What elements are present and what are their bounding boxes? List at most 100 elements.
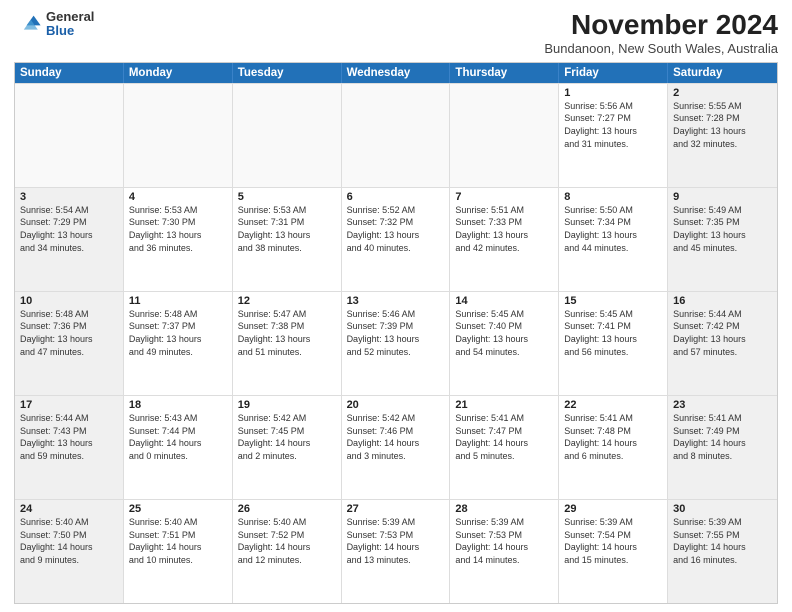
day-info: Sunrise: 5:41 AM Sunset: 7:49 PM Dayligh… [673, 412, 772, 462]
day-info: Sunrise: 5:42 AM Sunset: 7:46 PM Dayligh… [347, 412, 445, 462]
day-info: Sunrise: 5:53 AM Sunset: 7:30 PM Dayligh… [129, 204, 227, 254]
day-info: Sunrise: 5:50 AM Sunset: 7:34 PM Dayligh… [564, 204, 662, 254]
cal-cell-26: 26Sunrise: 5:40 AM Sunset: 7:52 PM Dayli… [233, 500, 342, 603]
cal-cell-29: 29Sunrise: 5:39 AM Sunset: 7:54 PM Dayli… [559, 500, 668, 603]
cal-cell-11: 11Sunrise: 5:48 AM Sunset: 7:37 PM Dayli… [124, 292, 233, 395]
day-info: Sunrise: 5:39 AM Sunset: 7:53 PM Dayligh… [347, 516, 445, 566]
cal-cell-21: 21Sunrise: 5:41 AM Sunset: 7:47 PM Dayli… [450, 396, 559, 499]
cal-cell-12: 12Sunrise: 5:47 AM Sunset: 7:38 PM Dayli… [233, 292, 342, 395]
day-number: 20 [347, 399, 445, 411]
day-info: Sunrise: 5:46 AM Sunset: 7:39 PM Dayligh… [347, 308, 445, 358]
calendar-row-2: 10Sunrise: 5:48 AM Sunset: 7:36 PM Dayli… [15, 291, 777, 395]
calendar: SundayMondayTuesdayWednesdayThursdayFrid… [14, 62, 778, 604]
day-info: Sunrise: 5:39 AM Sunset: 7:53 PM Dayligh… [455, 516, 553, 566]
calendar-row-3: 17Sunrise: 5:44 AM Sunset: 7:43 PM Dayli… [15, 395, 777, 499]
cal-cell-24: 24Sunrise: 5:40 AM Sunset: 7:50 PM Dayli… [15, 500, 124, 603]
day-number: 30 [673, 503, 772, 515]
day-info: Sunrise: 5:44 AM Sunset: 7:43 PM Dayligh… [20, 412, 118, 462]
day-number: 6 [347, 191, 445, 203]
day-info: Sunrise: 5:47 AM Sunset: 7:38 PM Dayligh… [238, 308, 336, 358]
day-info: Sunrise: 5:43 AM Sunset: 7:44 PM Dayligh… [129, 412, 227, 462]
calendar-row-4: 24Sunrise: 5:40 AM Sunset: 7:50 PM Dayli… [15, 499, 777, 603]
day-number: 19 [238, 399, 336, 411]
cal-cell-3: 3Sunrise: 5:54 AM Sunset: 7:29 PM Daylig… [15, 188, 124, 291]
cal-cell-empty-0-4 [450, 84, 559, 187]
day-number: 15 [564, 295, 662, 307]
day-number: 21 [455, 399, 553, 411]
logo-general: General [46, 10, 94, 24]
calendar-body: 1Sunrise: 5:56 AM Sunset: 7:27 PM Daylig… [15, 83, 777, 603]
day-number: 11 [129, 295, 227, 307]
header-day-sunday: Sunday [15, 63, 124, 83]
day-info: Sunrise: 5:40 AM Sunset: 7:51 PM Dayligh… [129, 516, 227, 566]
cal-cell-8: 8Sunrise: 5:50 AM Sunset: 7:34 PM Daylig… [559, 188, 668, 291]
day-number: 13 [347, 295, 445, 307]
title-block: November 2024 Bundanoon, New South Wales… [544, 10, 778, 56]
day-number: 24 [20, 503, 118, 515]
cal-cell-15: 15Sunrise: 5:45 AM Sunset: 7:41 PM Dayli… [559, 292, 668, 395]
day-info: Sunrise: 5:41 AM Sunset: 7:47 PM Dayligh… [455, 412, 553, 462]
day-info: Sunrise: 5:48 AM Sunset: 7:36 PM Dayligh… [20, 308, 118, 358]
day-info: Sunrise: 5:48 AM Sunset: 7:37 PM Dayligh… [129, 308, 227, 358]
day-info: Sunrise: 5:44 AM Sunset: 7:42 PM Dayligh… [673, 308, 772, 358]
cal-cell-16: 16Sunrise: 5:44 AM Sunset: 7:42 PM Dayli… [668, 292, 777, 395]
day-number: 23 [673, 399, 772, 411]
cal-cell-2: 2Sunrise: 5:55 AM Sunset: 7:28 PM Daylig… [668, 84, 777, 187]
day-info: Sunrise: 5:39 AM Sunset: 7:55 PM Dayligh… [673, 516, 772, 566]
cal-cell-7: 7Sunrise: 5:51 AM Sunset: 7:33 PM Daylig… [450, 188, 559, 291]
day-number: 28 [455, 503, 553, 515]
day-number: 12 [238, 295, 336, 307]
day-number: 5 [238, 191, 336, 203]
cal-cell-6: 6Sunrise: 5:52 AM Sunset: 7:32 PM Daylig… [342, 188, 451, 291]
calendar-row-1: 3Sunrise: 5:54 AM Sunset: 7:29 PM Daylig… [15, 187, 777, 291]
cal-cell-27: 27Sunrise: 5:39 AM Sunset: 7:53 PM Dayli… [342, 500, 451, 603]
day-number: 22 [564, 399, 662, 411]
cal-cell-empty-0-3 [342, 84, 451, 187]
page: General Blue November 2024 Bundanoon, Ne… [0, 0, 792, 612]
day-number: 4 [129, 191, 227, 203]
day-number: 10 [20, 295, 118, 307]
cal-cell-17: 17Sunrise: 5:44 AM Sunset: 7:43 PM Dayli… [15, 396, 124, 499]
day-number: 18 [129, 399, 227, 411]
cal-cell-14: 14Sunrise: 5:45 AM Sunset: 7:40 PM Dayli… [450, 292, 559, 395]
day-number: 3 [20, 191, 118, 203]
day-info: Sunrise: 5:55 AM Sunset: 7:28 PM Dayligh… [673, 100, 772, 150]
cal-cell-10: 10Sunrise: 5:48 AM Sunset: 7:36 PM Dayli… [15, 292, 124, 395]
cal-cell-empty-0-0 [15, 84, 124, 187]
day-number: 2 [673, 87, 772, 99]
day-number: 1 [564, 87, 662, 99]
day-info: Sunrise: 5:52 AM Sunset: 7:32 PM Dayligh… [347, 204, 445, 254]
cal-cell-22: 22Sunrise: 5:41 AM Sunset: 7:48 PM Dayli… [559, 396, 668, 499]
header-day-wednesday: Wednesday [342, 63, 451, 83]
day-number: 27 [347, 503, 445, 515]
day-number: 14 [455, 295, 553, 307]
day-info: Sunrise: 5:40 AM Sunset: 7:52 PM Dayligh… [238, 516, 336, 566]
day-info: Sunrise: 5:39 AM Sunset: 7:54 PM Dayligh… [564, 516, 662, 566]
cal-cell-23: 23Sunrise: 5:41 AM Sunset: 7:49 PM Dayli… [668, 396, 777, 499]
day-number: 16 [673, 295, 772, 307]
cal-cell-18: 18Sunrise: 5:43 AM Sunset: 7:44 PM Dayli… [124, 396, 233, 499]
day-info: Sunrise: 5:56 AM Sunset: 7:27 PM Dayligh… [564, 100, 662, 150]
day-info: Sunrise: 5:51 AM Sunset: 7:33 PM Dayligh… [455, 204, 553, 254]
day-number: 25 [129, 503, 227, 515]
day-number: 17 [20, 399, 118, 411]
cal-cell-20: 20Sunrise: 5:42 AM Sunset: 7:46 PM Dayli… [342, 396, 451, 499]
day-info: Sunrise: 5:42 AM Sunset: 7:45 PM Dayligh… [238, 412, 336, 462]
cal-cell-13: 13Sunrise: 5:46 AM Sunset: 7:39 PM Dayli… [342, 292, 451, 395]
calendar-row-0: 1Sunrise: 5:56 AM Sunset: 7:27 PM Daylig… [15, 83, 777, 187]
day-info: Sunrise: 5:45 AM Sunset: 7:41 PM Dayligh… [564, 308, 662, 358]
day-number: 26 [238, 503, 336, 515]
day-number: 7 [455, 191, 553, 203]
cal-cell-empty-0-1 [124, 84, 233, 187]
cal-cell-1: 1Sunrise: 5:56 AM Sunset: 7:27 PM Daylig… [559, 84, 668, 187]
header-day-tuesday: Tuesday [233, 63, 342, 83]
cal-cell-28: 28Sunrise: 5:39 AM Sunset: 7:53 PM Dayli… [450, 500, 559, 603]
day-info: Sunrise: 5:49 AM Sunset: 7:35 PM Dayligh… [673, 204, 772, 254]
header-day-thursday: Thursday [450, 63, 559, 83]
day-info: Sunrise: 5:53 AM Sunset: 7:31 PM Dayligh… [238, 204, 336, 254]
cal-cell-25: 25Sunrise: 5:40 AM Sunset: 7:51 PM Dayli… [124, 500, 233, 603]
day-info: Sunrise: 5:45 AM Sunset: 7:40 PM Dayligh… [455, 308, 553, 358]
day-number: 9 [673, 191, 772, 203]
logo-blue: Blue [46, 24, 94, 38]
header-day-monday: Monday [124, 63, 233, 83]
